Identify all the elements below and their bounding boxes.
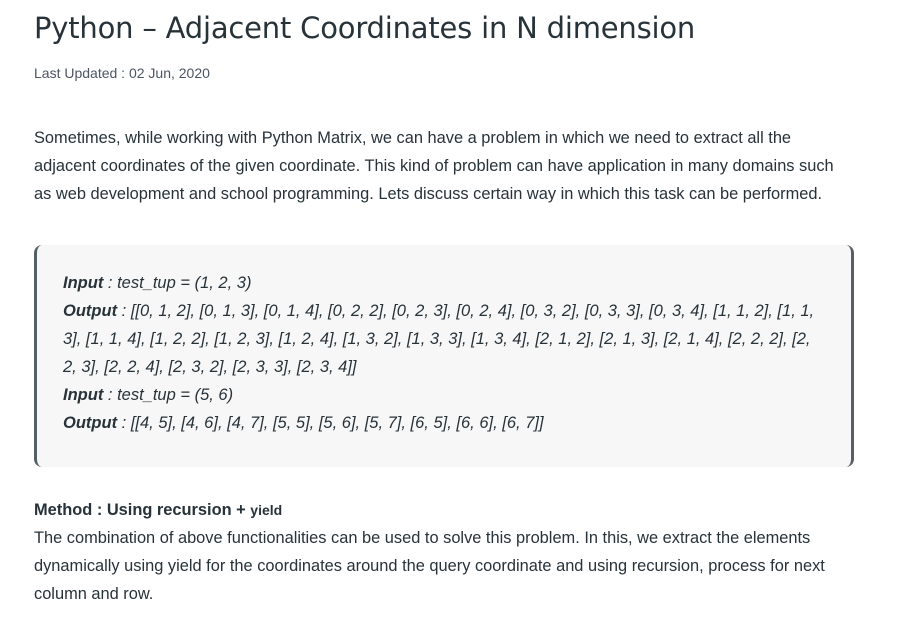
method-heading-text: Method : Using recursion + xyxy=(34,501,251,519)
input-value: : test_tup = (5, 6) xyxy=(103,386,234,404)
output-value: : [[0, 1, 2], [0, 1, 3], [0, 1, 4], [0, … xyxy=(63,302,815,376)
output-label: Output xyxy=(63,302,118,320)
output-value: : [[4, 5], [4, 6], [4, 7], [5, 5], [5, 6… xyxy=(117,414,544,432)
example-input-2: Input : test_tup = (5, 6) xyxy=(63,381,825,409)
output-label: Output xyxy=(63,414,118,432)
input-label: Input xyxy=(63,386,104,404)
example-block: Input : test_tup = (1, 2, 3) Output : [[… xyxy=(34,245,854,467)
method-heading: Method : Using recursion + yield xyxy=(34,498,282,522)
input-value: : test_tup = (1, 2, 3) xyxy=(103,274,252,292)
last-updated-date: Last Updated : 02 Jun, 2020 xyxy=(34,65,210,81)
input-label: Input xyxy=(63,274,104,292)
example-input-1: Input : test_tup = (1, 2, 3) xyxy=(63,269,825,297)
article-title: Python – Adjacent Coordinates in N dimen… xyxy=(34,11,696,45)
example-output-1: Output : [[0, 1, 2], [0, 1, 3], [0, 1, 4… xyxy=(63,297,823,381)
example-output-2: Output : [[4, 5], [4, 6], [4, 7], [5, 5]… xyxy=(63,409,825,437)
method-heading-code: yield xyxy=(250,502,283,518)
intro-paragraph: Sometimes, while working with Python Mat… xyxy=(34,129,834,203)
method-paragraph: The combination of above functionalities… xyxy=(34,529,825,603)
